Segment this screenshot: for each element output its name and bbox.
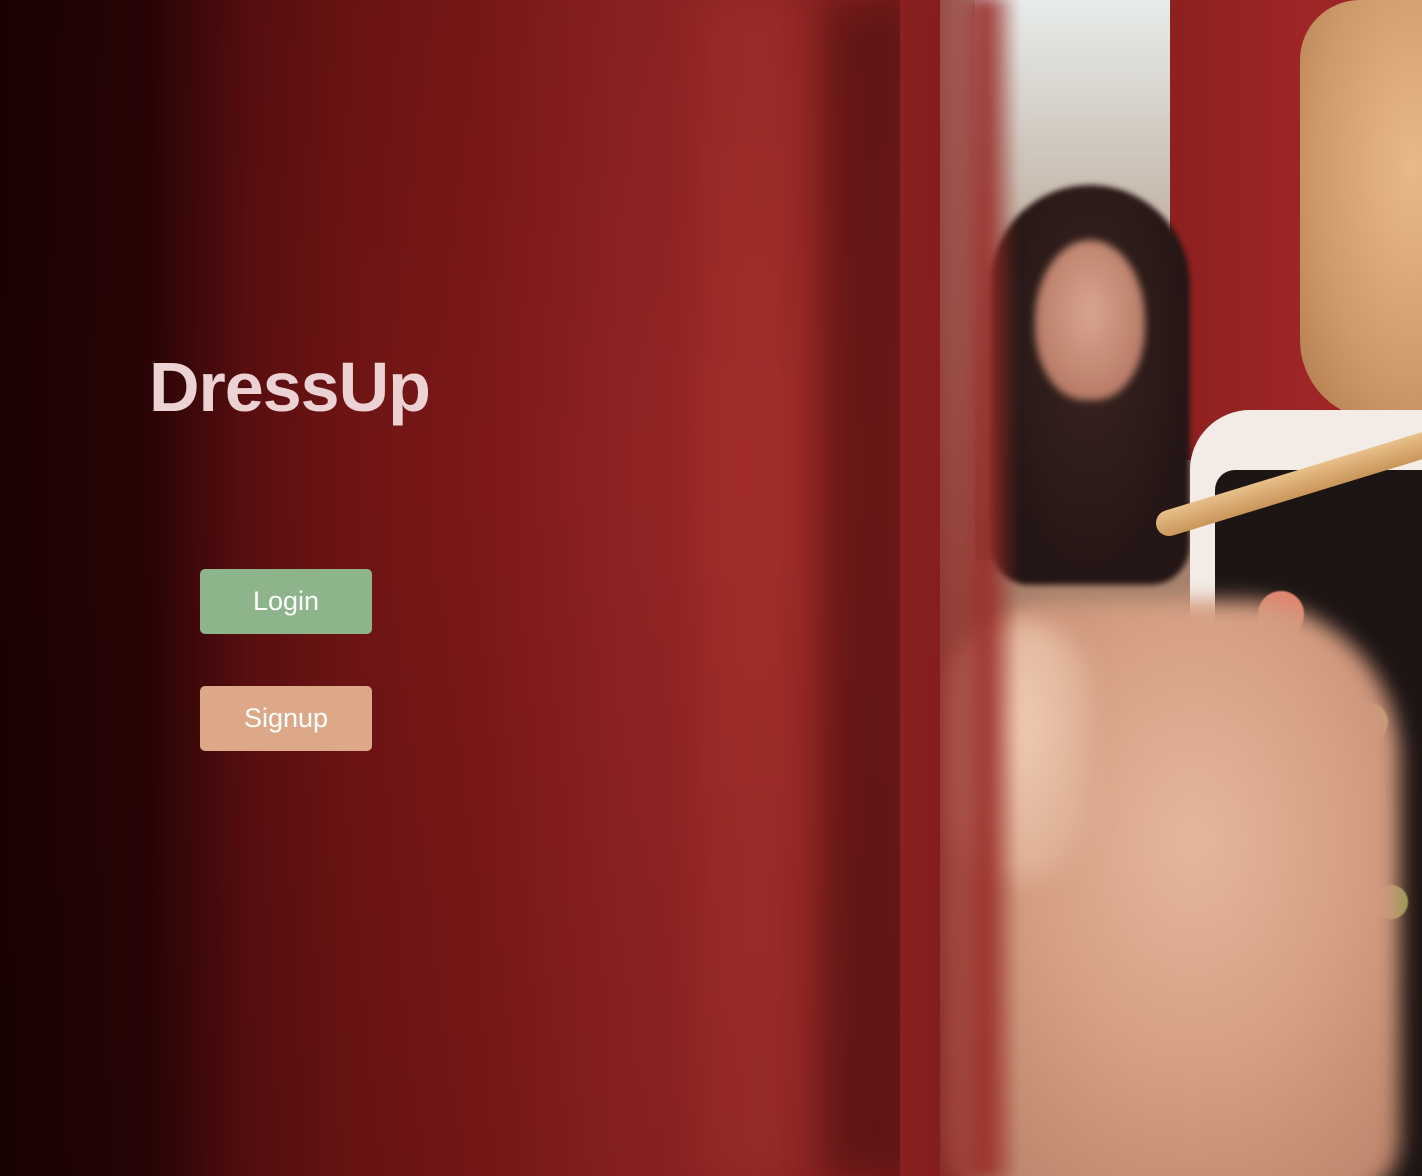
landing-page: DressUp Login Signup [0,0,1422,1176]
app-title: DressUp [149,348,431,426]
curtain-shade [0,0,1010,1176]
login-button[interactable]: Login [200,569,372,634]
photo-blend [900,0,1020,1176]
signup-button[interactable]: Signup [200,686,372,751]
mirror-reflection-face [1035,240,1145,400]
woman-hair [1300,0,1422,420]
